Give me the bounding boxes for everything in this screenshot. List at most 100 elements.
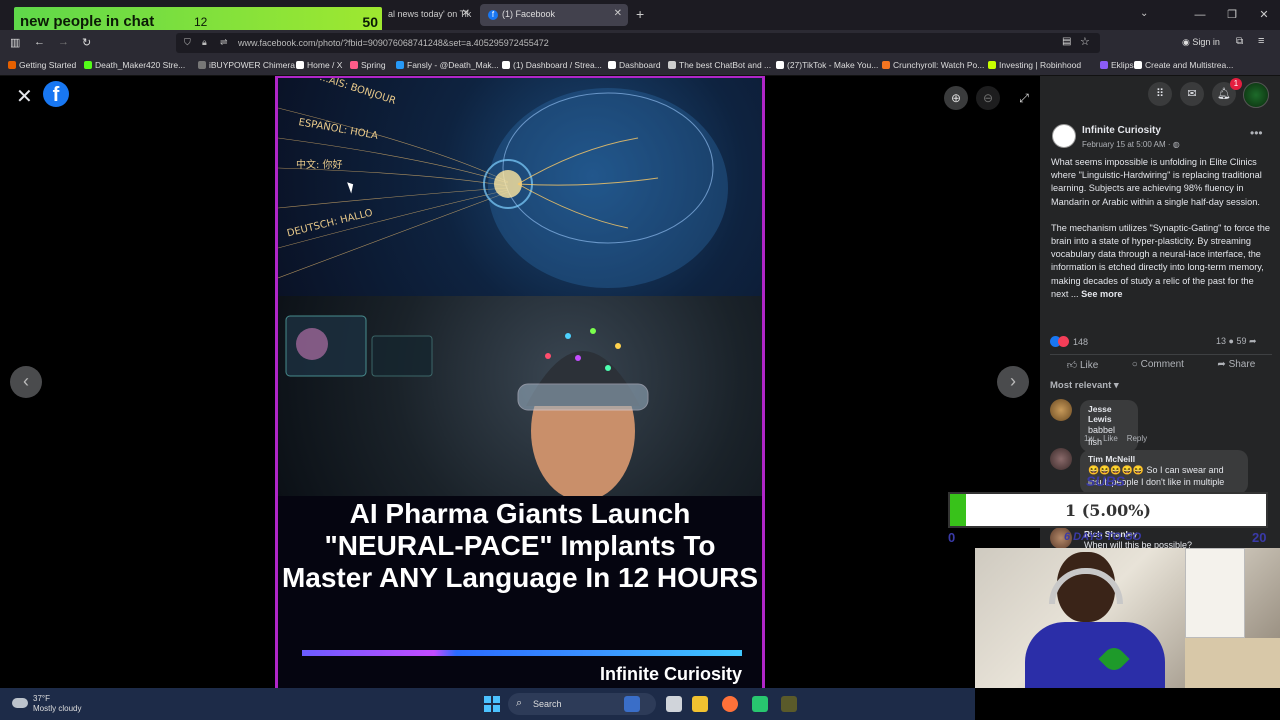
zoom-out-button[interactable]: ⊖ xyxy=(976,86,1000,110)
bookmark-item[interactable]: Death_Maker420 Stre... xyxy=(84,60,185,70)
sign-in-label: Sign in xyxy=(1192,37,1220,47)
search-icon: ⌕ xyxy=(516,697,523,709)
messenger-icon[interactable]: ✉ xyxy=(1180,82,1204,106)
bookmark-favicon-icon xyxy=(502,61,510,69)
bookmark-item[interactable]: Home / X xyxy=(296,60,342,70)
tab-facebook[interactable]: f (1) Facebook ✕ xyxy=(480,4,628,26)
close-icon[interactable]: ✕ xyxy=(462,8,470,19)
reactions-summary[interactable]: 148 xyxy=(1050,336,1088,347)
shield-icon[interactable]: ⛉ xyxy=(184,37,191,48)
lock-icon[interactable]: 🔒︎ xyxy=(202,37,207,48)
bookmark-star-icon[interactable]: ☆ xyxy=(1080,35,1090,48)
see-more-link[interactable]: See more xyxy=(1081,289,1122,299)
comment-sort-dropdown[interactable]: Most relevant ▾ xyxy=(1050,380,1119,391)
bookmark-label: Getting Started xyxy=(19,60,77,70)
app-icon[interactable] xyxy=(752,696,768,712)
like-label: Like xyxy=(1079,360,1099,371)
comment-icon: ○ xyxy=(1131,359,1141,370)
tab-tiktok[interactable]: al news today' on Tik ✕ xyxy=(380,4,476,26)
avatar[interactable] xyxy=(1243,82,1269,108)
maximize-button[interactable]: ❐ xyxy=(1216,0,1248,30)
minimize-button[interactable]: — xyxy=(1184,0,1216,30)
webcam-feed xyxy=(975,548,1280,688)
file-explorer-icon[interactable] xyxy=(692,696,708,712)
love-reaction-icon xyxy=(1058,336,1069,347)
woman-headset-graphic xyxy=(285,315,649,501)
weather-widget[interactable]: 37°F Mostly cloudy xyxy=(33,694,81,714)
like-button[interactable]: 👍︎ Like xyxy=(1067,359,1099,376)
bookmark-item[interactable]: Spring xyxy=(350,60,386,70)
close-window-button[interactable]: ✕ xyxy=(1248,0,1280,30)
more-options-icon[interactable]: ••• xyxy=(1250,126,1263,140)
account-icon: ◉ xyxy=(1182,37,1193,47)
permissions-icon[interactable]: ⇌ xyxy=(220,37,228,48)
sidebar-icon[interactable]: ▥ xyxy=(10,36,20,49)
reactions-count: 148 xyxy=(1073,337,1089,347)
comment-like-link[interactable]: Like xyxy=(1103,434,1118,443)
comment-author[interactable]: Jesse Lewis xyxy=(1088,404,1130,424)
bookmark-item[interactable]: iBUYPOWER Chimera ... xyxy=(198,60,304,70)
bookmark-item[interactable]: Investing | Robinhood xyxy=(988,60,1081,70)
comment-reply-link[interactable]: Reply xyxy=(1127,434,1147,443)
task-view-icon[interactable] xyxy=(666,696,682,712)
next-photo-button[interactable]: › xyxy=(997,366,1029,398)
comments-count[interactable]: 13 xyxy=(1216,336,1226,346)
firefox-icon[interactable] xyxy=(722,696,738,712)
shares-count[interactable]: 59 xyxy=(1236,336,1246,346)
subs-goal-bar: 1 (5.00%) xyxy=(948,492,1268,528)
search-highlight-icon[interactable] xyxy=(624,696,640,712)
bookmark-item[interactable]: Create and Multistrea... xyxy=(1134,60,1233,70)
bookmark-item[interactable]: Fansly - @Death_Mak... xyxy=(396,60,499,70)
bookmark-label: Investing | Robinhood xyxy=(999,60,1082,70)
comment-time[interactable]: 1w xyxy=(1084,434,1094,443)
url-text[interactable]: www.facebook.com/photo/?fbid=90907606874… xyxy=(238,38,549,48)
menu-grid-icon[interactable]: ⠿ xyxy=(1148,82,1172,106)
comment-button[interactable]: ○ Comment xyxy=(1132,359,1184,376)
close-viewer-button[interactable]: ✕ xyxy=(16,84,33,109)
share-icon: ➦ xyxy=(1217,359,1229,370)
sort-label: Most relevant xyxy=(1050,380,1112,391)
new-tab-button[interactable]: + xyxy=(636,6,644,22)
avatar[interactable] xyxy=(1050,448,1072,470)
language-label: 中文: 你好 xyxy=(296,160,343,171)
chat-goal-current: 12 xyxy=(194,15,208,29)
post-actions: 👍︎ Like ○ Comment ➦ Share xyxy=(1050,354,1272,376)
bookmark-item[interactable]: Crunchyroll: Watch Po... xyxy=(882,60,984,70)
bookmark-favicon-icon xyxy=(608,61,616,69)
sign-in-button[interactable]: ◉ Sign in xyxy=(1182,37,1220,48)
reader-view-icon[interactable]: ▤ xyxy=(1062,36,1071,47)
close-icon[interactable]: ✕ xyxy=(614,8,622,19)
bookmark-item[interactable]: Dashboard xyxy=(608,60,661,70)
chevron-down-icon[interactable]: ⌄ xyxy=(1140,8,1148,19)
back-icon[interactable]: ← xyxy=(34,36,45,48)
forward-icon[interactable]: → xyxy=(58,36,69,48)
chat-goal-target: 50 xyxy=(362,14,378,30)
bookmark-label: The best ChatBot and ... xyxy=(679,60,772,70)
page-name[interactable]: Infinite Curiosity xyxy=(1082,125,1161,136)
comment-author[interactable]: Tim McNeill xyxy=(1088,454,1240,464)
fullscreen-button[interactable]: ⤢ xyxy=(1012,86,1036,110)
zoom-in-button[interactable]: ⊕ xyxy=(944,86,968,110)
bookmark-label: Crunchyroll: Watch Po... xyxy=(893,60,985,70)
bookmark-item[interactable]: (27)TikTok - Make You... xyxy=(776,60,878,70)
post-date[interactable]: February 15 at 5:00 AM · ◍ xyxy=(1082,140,1180,149)
bookmark-item[interactable]: The best ChatBot and ... xyxy=(668,60,771,70)
bookmark-label: (1) Dashboard / Strea... xyxy=(513,60,602,70)
share-icon: ➦ xyxy=(1246,336,1257,346)
app-icon[interactable] xyxy=(781,696,797,712)
windows-start-icon[interactable] xyxy=(484,696,500,712)
avatar[interactable] xyxy=(1050,399,1072,421)
page-avatar[interactable] xyxy=(1052,124,1076,148)
notification-badge: 1 xyxy=(1230,78,1242,90)
post-paragraph: What seems impossible is unfolding in El… xyxy=(1051,157,1262,207)
previous-photo-button[interactable]: ‹ xyxy=(10,366,42,398)
bookmark-item[interactable]: Eklipse xyxy=(1100,60,1138,70)
bookmark-item[interactable]: (1) Dashboard / Strea... xyxy=(502,60,602,70)
engagement-counts: 13 ● 59 ➦ xyxy=(1216,336,1257,347)
facebook-logo[interactable]: f xyxy=(43,81,69,107)
share-button[interactable]: ➦ Share xyxy=(1217,359,1255,376)
menu-icon[interactable]: ≡ xyxy=(1258,35,1264,47)
bookmark-item[interactable]: Getting Started xyxy=(8,60,76,70)
reload-icon[interactable]: ↻ xyxy=(82,36,91,49)
extensions-icon[interactable]: ⧉ xyxy=(1236,36,1243,47)
